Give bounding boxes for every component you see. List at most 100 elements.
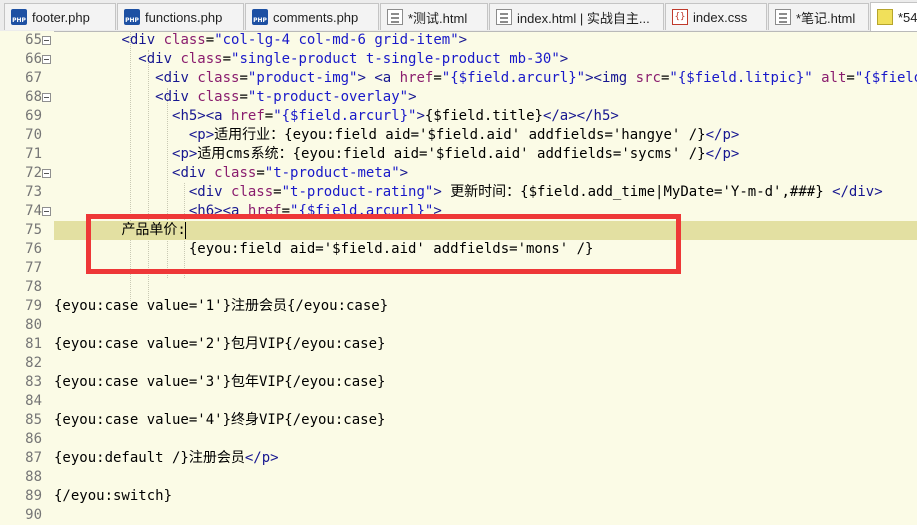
code-line: {eyou:case value='2'}包月VIP{/eyou:case}	[54, 335, 385, 354]
code-token: href	[247, 203, 282, 219]
tab-label: index.css	[693, 9, 748, 25]
tab-4[interactable]: *测试.html	[380, 3, 488, 30]
code-token: "{$field.arcurl}"	[441, 70, 586, 86]
code-line: {eyou:case value='1'}注册会员{/eyou:case}	[54, 297, 388, 316]
code-token: <h6><a	[188, 203, 248, 219]
tab-label: index.html | 实战自主...	[517, 10, 650, 26]
code-token: class	[180, 51, 223, 67]
code-token: {eyou:case value='4'}终身VIP{/eyou:case}	[54, 412, 386, 428]
code-token: <div	[155, 89, 198, 105]
code-token: "{$field.title}"	[854, 70, 917, 86]
code-token: =	[239, 70, 248, 86]
code-token: >	[416, 108, 425, 124]
line-number: 67	[25, 70, 42, 86]
line-number: 71	[25, 146, 42, 162]
code-token: </p>	[705, 127, 740, 143]
tab-5[interactable]: index.html | 实战自主...	[489, 3, 664, 30]
line-number: 88	[25, 469, 42, 485]
fold-toggle-icon[interactable]	[42, 93, 51, 102]
code-line: <div class="t-product-overlay">	[54, 88, 417, 107]
code-token: =	[205, 32, 215, 48]
tab-label: *54	[898, 9, 917, 25]
code-token: =	[281, 203, 291, 219]
code-token: <a	[374, 70, 400, 86]
line-number: 85	[25, 412, 42, 428]
code-token: <div	[138, 51, 181, 67]
code-token: =	[264, 108, 274, 124]
line-number: 66	[25, 51, 42, 67]
code-token: "col-lg-4 col-md-6 grid-item"	[214, 32, 459, 48]
fold-toggle-icon[interactable]	[42, 207, 51, 216]
code-token: </p>	[244, 450, 279, 466]
code-token: =	[846, 70, 855, 86]
code-line: <div class="col-lg-4 col-md-6 grid-item"…	[54, 31, 467, 50]
line-number: 76	[25, 241, 42, 257]
code-line: <div class="product-img"> <a href="{$fie…	[54, 69, 917, 88]
code-token: =	[433, 70, 442, 86]
code-line: <div class="single-product t-single-prod…	[54, 50, 568, 69]
code-editor[interactable]: <div class="col-lg-4 col-md-6 grid-item"…	[54, 31, 917, 516]
code-token: 适用行业：{eyou:field aid='$field.aid' addfie…	[214, 127, 706, 143]
line-number: 75	[25, 222, 42, 238]
code-token: "{$field.arcurl}"	[290, 203, 434, 219]
code-token: =	[239, 89, 248, 105]
tab-7[interactable]: *笔记.html	[768, 3, 869, 30]
line-number: 89	[25, 488, 42, 504]
php-file-icon	[252, 9, 268, 25]
code-token: <div	[121, 32, 164, 48]
line-number-gutter: 65 66 67 68 69 70 71 72 73 74 75 76 77 78 79 80 81 82 83 84…	[0, 31, 54, 523]
line-number: 77	[25, 260, 42, 276]
fold-toggle-icon[interactable]	[42, 55, 51, 64]
tab-6[interactable]: index.css	[665, 3, 767, 30]
code-line: <h5><a href="{$field.arcurl}">{$field.ti…	[54, 107, 619, 126]
code-token: "t-product-meta"	[264, 165, 400, 181]
code-line: <p>适用cms系统：{eyou:field aid='$field.aid' …	[54, 145, 739, 164]
tab-2[interactable]: functions.php	[117, 3, 244, 30]
code-token: {/eyou:switch}	[54, 488, 173, 504]
code-token: class	[163, 32, 206, 48]
code-line: 产品单价:	[54, 221, 185, 240]
fold-toggle-icon[interactable]	[42, 36, 51, 45]
tab-3[interactable]: comments.php	[245, 3, 379, 30]
code-token: </div>	[832, 184, 883, 200]
code-token: {eyou:field aid='$field.aid' addfields='…	[188, 241, 594, 257]
code-token: <div	[172, 165, 215, 181]
line-number: 72	[25, 165, 42, 181]
code-token: >	[433, 184, 451, 200]
line-number: 87	[25, 450, 42, 466]
line-number: 82	[25, 355, 42, 371]
html-file-icon	[775, 9, 791, 25]
line-number: 80	[25, 317, 42, 333]
code-line: {eyou:field aid='$field.aid' addfields='…	[54, 240, 594, 259]
code-token: >	[408, 89, 417, 105]
line-number: 79	[25, 298, 42, 314]
fold-toggle-icon[interactable]	[42, 169, 51, 178]
code-line: {eyou:default /}注册会员</p>	[54, 449, 279, 468]
code-line: <div class="t-product-rating"> 更新时间：{$fi…	[54, 183, 883, 202]
code-token: =	[256, 165, 265, 181]
code-line: <div class="t-product-meta">	[54, 164, 408, 183]
code-line: {eyou:case value='3'}包年VIP{/eyou:case}	[54, 373, 385, 392]
code-token: </p>	[705, 146, 740, 162]
code-token: <div	[155, 70, 198, 86]
editor-tab-bar: footer.php functions.php comments.php *测试.h…	[0, 0, 917, 32]
css-file-icon	[672, 9, 688, 25]
code-token: >	[559, 51, 569, 67]
code-token: <p>	[172, 146, 198, 162]
code-token: class	[214, 165, 257, 181]
tab-8[interactable]: *54	[870, 2, 917, 31]
code-token: {eyou:case value='2'}包月VIP{/eyou:case}	[54, 336, 386, 352]
tab-1[interactable]: footer.php	[4, 3, 116, 30]
tab-label: footer.php	[32, 9, 90, 25]
code-line: {/eyou:switch}	[54, 487, 172, 506]
